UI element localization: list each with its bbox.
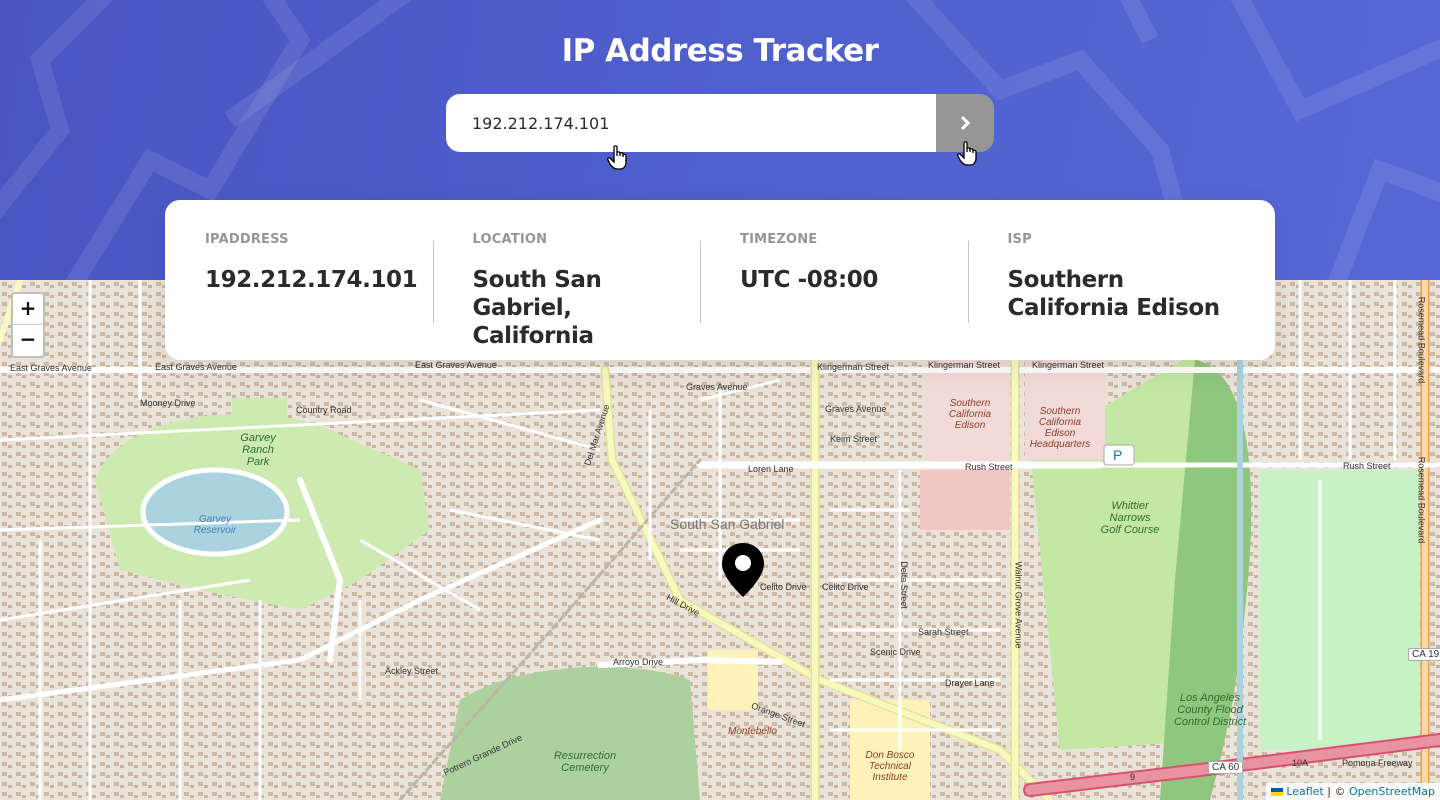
reservoir-label: Garvey Reservoir xyxy=(193,514,237,536)
hand-cursor-icon xyxy=(957,141,977,166)
map-label: East Graves Avenue xyxy=(155,362,237,372)
map-label: Ackley Street xyxy=(385,666,439,676)
freeway-label: Pomona Freeway xyxy=(1342,758,1413,768)
ip-info-card: IPAddress 192.212.174.101 Location South… xyxy=(165,200,1275,360)
cemetery-label: Resurrection Cemetery xyxy=(553,750,617,774)
map-label: Rosemead Boulevard xyxy=(1416,296,1427,384)
leaflet-link[interactable]: Leaflet xyxy=(1286,785,1323,798)
sce-hq-label: Southern California Edison Headquarters xyxy=(1029,406,1091,450)
town-label: South San Gabriel xyxy=(670,516,785,532)
location-section: Location South San Gabriel, California xyxy=(432,200,701,360)
map-label: Scenic Drive xyxy=(870,647,921,657)
zoom-out-button[interactable]: − xyxy=(13,325,43,355)
flood-control-label: Los Angeles County Flood Control Distric… xyxy=(1173,692,1247,728)
school-label: Don Bosco Technical Institute xyxy=(865,750,915,783)
location-label: Location xyxy=(472,232,548,247)
golf-label: Whittier Narrows Golf Course xyxy=(1100,500,1160,536)
isp-section: ISP Southern California Edison xyxy=(967,200,1236,360)
ip-search-input[interactable] xyxy=(446,94,936,152)
ip-address-value: 192.212.174.101 xyxy=(205,267,418,293)
map-label: East Graves Avenue xyxy=(415,360,497,370)
chevron-right-icon xyxy=(960,115,971,131)
map-attribution: Leaflet | © OpenStreetMap xyxy=(1265,783,1440,800)
map-label: Klingerman Street xyxy=(1032,360,1105,370)
ukraine-flag-icon xyxy=(1270,788,1283,796)
map-label: Celito Drive xyxy=(822,582,869,592)
timezone-label: Timezone xyxy=(740,232,818,247)
highway-shield: CA 60 xyxy=(1208,761,1244,774)
map-label: Delta Street xyxy=(898,561,909,609)
timezone-value: UTC -08:00 xyxy=(740,267,879,293)
map-label: Loren Lane xyxy=(748,464,794,474)
highway-shield: CA 19 xyxy=(1408,648,1440,661)
hand-cursor-icon xyxy=(607,145,627,170)
map-label: Drayer Lane xyxy=(945,678,995,688)
map-label: East Graves Avenue xyxy=(10,363,92,373)
map-label: Country Road xyxy=(296,405,352,415)
exit-label: 10A xyxy=(1292,758,1309,768)
location-pin-icon[interactable] xyxy=(720,542,766,598)
ip-address-label: IPAddress xyxy=(205,232,289,247)
park-label: Garvey Ranch Park xyxy=(240,432,276,468)
map-label: Rush Street xyxy=(1343,461,1391,471)
map-label: Keim Street xyxy=(830,434,878,444)
map-label: Graves Avenue xyxy=(686,382,748,392)
sce-label: Southern California Edison xyxy=(948,398,992,431)
location-value: South San Gabriel, California xyxy=(472,267,602,349)
map-label: Rosemead Boulevard xyxy=(1416,456,1427,544)
map-label: Celito Drive xyxy=(760,582,807,592)
map-label: Sarah Street xyxy=(918,627,969,637)
page-title: IP Address Tracker xyxy=(561,33,879,69)
map-label: Walnut Grove Avenue xyxy=(1013,561,1024,649)
isp-label: ISP xyxy=(1007,232,1032,247)
svg-text:P: P xyxy=(1113,447,1122,463)
zoom-control: + − xyxy=(11,292,45,358)
ip-address-section: IPAddress 192.212.174.101 xyxy=(165,200,433,360)
city-label: Montebello xyxy=(728,726,777,737)
exit-label: 9 xyxy=(1130,772,1136,782)
map-label: Arroyo Drive xyxy=(613,657,664,667)
map-label: Graves Avenue xyxy=(825,404,887,414)
map-label: Klingerman Street xyxy=(817,362,890,372)
timezone-section: Timezone UTC -08:00 xyxy=(700,200,968,360)
attribution-separator: | © xyxy=(1323,785,1349,798)
ip-search-form xyxy=(446,94,994,152)
map-label: Rush Street xyxy=(965,462,1013,472)
isp-value: Southern California Edison xyxy=(1007,267,1221,321)
osm-link[interactable]: OpenStreetMap xyxy=(1349,785,1435,798)
map-label: Mooney Drive xyxy=(140,398,196,408)
zoom-in-button[interactable]: + xyxy=(13,294,43,325)
map-label: Klingerman Street xyxy=(928,360,1001,370)
